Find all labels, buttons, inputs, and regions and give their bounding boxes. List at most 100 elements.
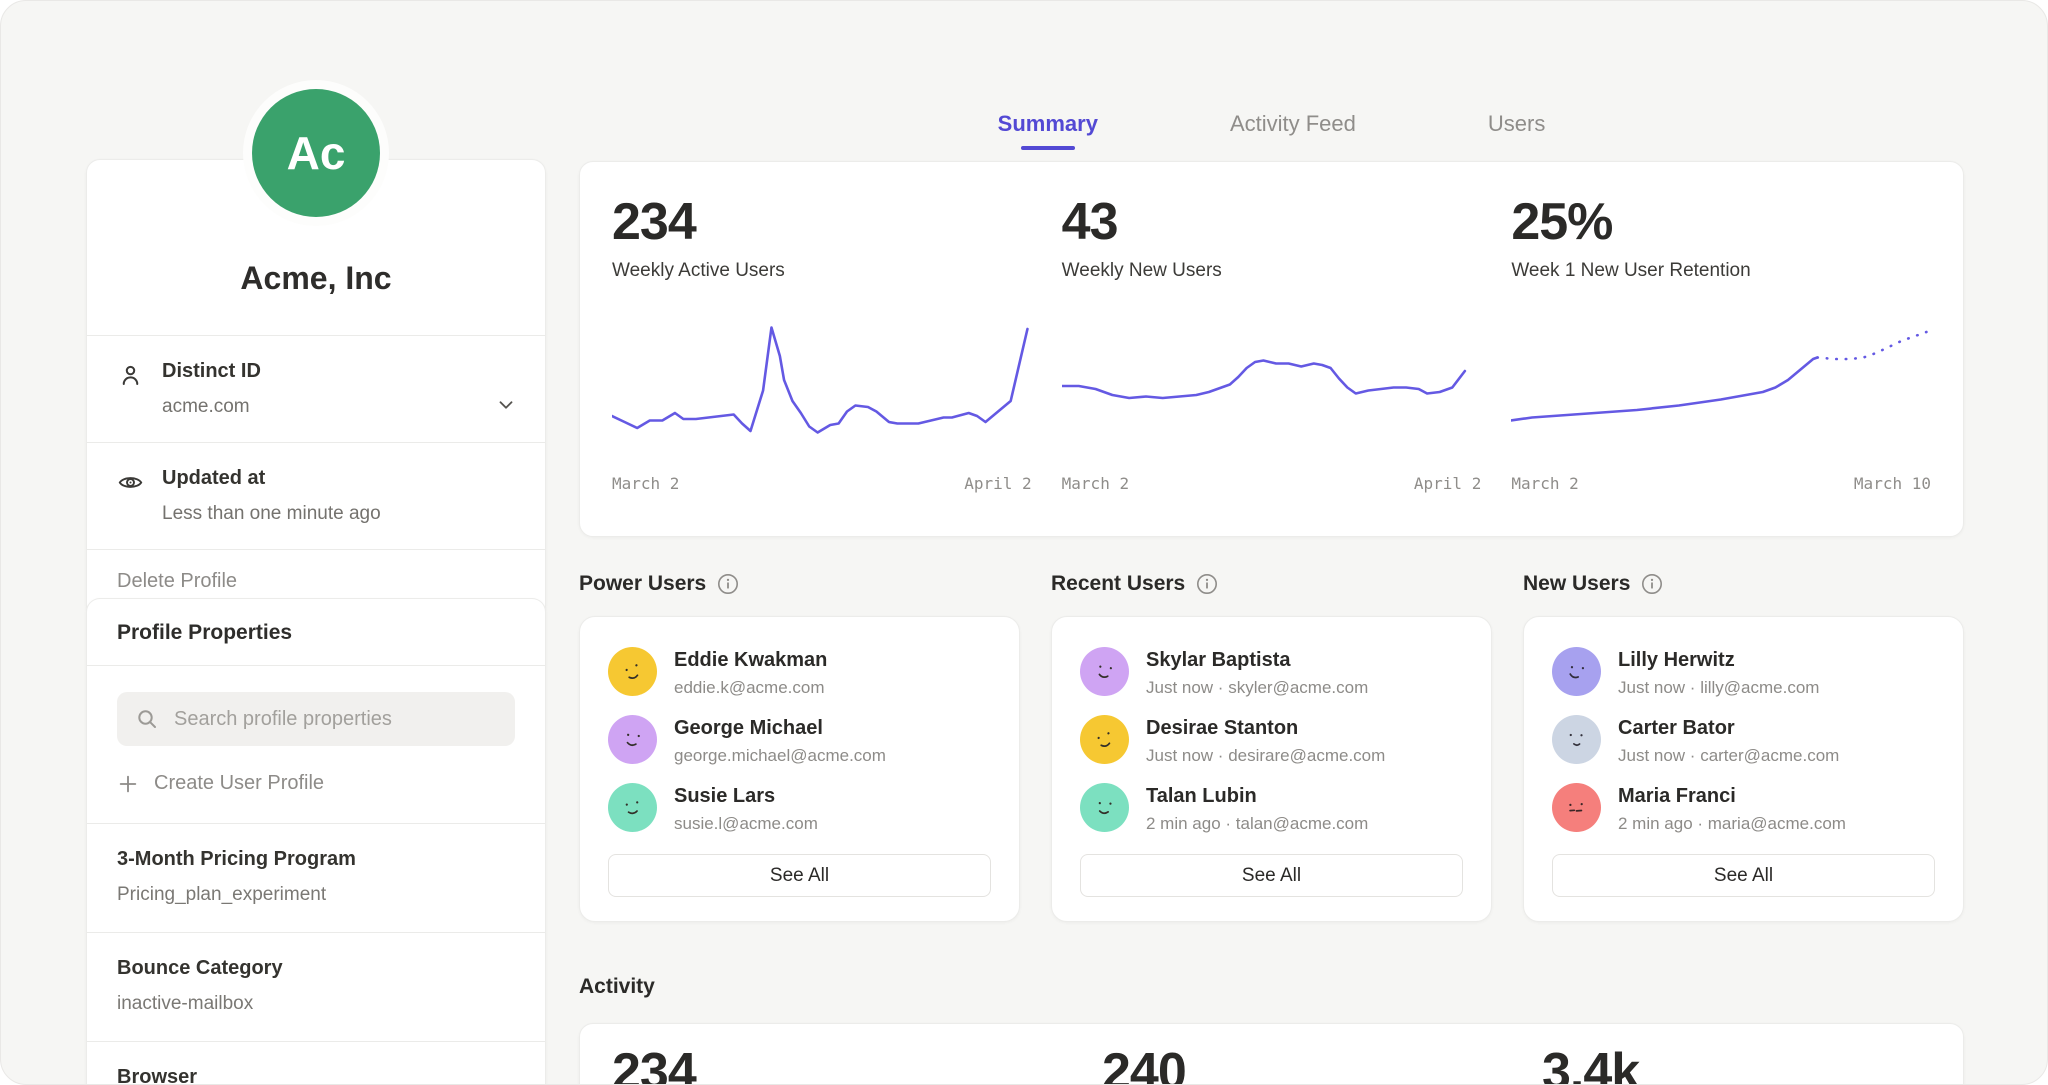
activity-stat: 234 [612,1042,696,1085]
search-input[interactable] [172,707,497,732]
user-name: Lilly Herwitz [1618,649,1819,672]
face-icon [1560,791,1594,825]
stat-value: 234 [612,196,1032,248]
user-row[interactable]: Maria Franci 2 min ago · maria@acme.com [1552,783,1935,834]
recent-users-section: Recent Users Skylar Baptista [1051,566,1492,922]
x-tick-left: March 2 [1062,474,1129,493]
user-row[interactable]: Talan Lubin 2 min ago · talan@acme.com [1080,783,1463,834]
recent-users-card: Skylar Baptista Just now · skyler@acme.c… [1051,616,1492,922]
user-avatar [1080,647,1129,696]
info-icon[interactable] [717,573,739,595]
user-subtitle: Just now · desirare@acme.com [1146,746,1385,766]
user-subtitle: susie.l@acme.com [674,814,818,834]
user-subtitle: eddie.k@acme.com [674,678,827,698]
user-name: Desirae Stanton [1146,717,1385,740]
info-icon[interactable] [1196,573,1218,595]
user-subtitle: Just now · lilly@acme.com [1618,678,1819,698]
user-avatar [1552,715,1601,764]
user-name: Maria Franci [1618,785,1846,808]
x-tick-right: April 2 [1414,474,1481,493]
profile-card: Acme, Inc Distinct ID acme.com [86,159,546,618]
summary-card: 234 Weekly Active Users March 2 April 2 … [579,161,1964,537]
property-name: Browser [117,1066,515,1085]
face-icon [1088,791,1122,825]
user-lists-row: Power Users Eddie Kwakman ed [579,566,1964,922]
updated-at-row: Updated at Less than one minute ago [87,443,545,549]
user-subtitle: Just now · skyler@acme.com [1146,678,1368,698]
activity-stat: 240 [1102,1042,1186,1085]
user-row[interactable]: Lilly Herwitz Just now · lilly@acme.com [1552,647,1935,698]
user-row[interactable]: George Michael george.michael@acme.com [608,715,991,766]
x-tick-right: April 2 [964,474,1031,493]
tab-users[interactable]: Users [1488,111,1545,150]
user-avatar [1080,715,1129,764]
create-user-profile-button[interactable]: Create User Profile [117,772,324,795]
see-all-button[interactable]: See All [608,854,991,897]
field-value: acme.com [162,396,261,418]
stat-weekly-active-users: 234 Weekly Active Users March 2 April 2 [612,196,1032,512]
tab-summary[interactable]: Summary [998,111,1098,150]
chevron-down-icon[interactable] [495,394,517,416]
user-name: George Michael [674,717,886,740]
user-avatar [608,647,657,696]
user-name: Eddie Kwakman [674,649,827,672]
user-subtitle: 2 min ago · talan@acme.com [1146,814,1368,834]
stat-weekly-new-users: 43 Weekly New Users March 2 April 2 [1062,196,1482,512]
user-avatar [608,715,657,764]
divider [87,665,545,666]
tab-activity-feed[interactable]: Activity Feed [1230,111,1356,150]
activity-stat: 3.4k [1542,1042,1639,1085]
company-avatar-initials: Ac [287,126,346,180]
face-icon [1560,723,1594,757]
field-label: Distinct ID [162,360,261,383]
user-subtitle: 2 min ago · maria@acme.com [1618,814,1846,834]
profile-sidebar: Ac Acme, Inc Distinct ID acme.com [86,1,546,1084]
power-users-section: Power Users Eddie Kwakman ed [579,566,1020,922]
profile-properties-card: Profile Properties Create User Profile 3… [86,598,546,1085]
weekly-active-users-chart [612,308,1032,458]
new-users-card: Lilly Herwitz Just now · lilly@acme.com … [1523,616,1964,922]
user-subtitle: Just now · carter@acme.com [1618,746,1839,766]
distinct-id-row[interactable]: Distinct ID acme.com [87,336,545,442]
user-row[interactable]: Susie Lars susie.l@acme.com [608,783,991,834]
property-row[interactable]: 3-Month Pricing Program Pricing_plan_exp… [87,824,545,932]
tab-bar: Summary Activity Feed Users [579,111,1964,150]
user-avatar [1080,783,1129,832]
user-row[interactable]: Skylar Baptista Just now · skyler@acme.c… [1080,647,1463,698]
eye-icon [117,469,144,496]
activity-title: Activity [579,975,655,999]
list-title: Recent Users [1051,572,1185,596]
see-all-button[interactable]: See All [1552,854,1935,897]
x-tick-right: March 10 [1854,474,1931,493]
user-name: Susie Lars [674,785,818,808]
profile-properties-search[interactable] [117,692,515,746]
property-value: Pricing_plan_experiment [117,884,515,906]
user-subtitle: george.michael@acme.com [674,746,886,766]
person-icon [117,362,144,389]
property-row[interactable]: Browser Chrome [87,1042,545,1085]
property-name: Bounce Category [117,957,515,980]
face-icon [616,791,650,825]
property-row[interactable]: Bounce Category inactive-mailbox [87,933,545,1041]
property-value: inactive-mailbox [117,993,515,1015]
face-icon [1088,723,1122,757]
user-name: Skylar Baptista [1146,649,1368,672]
face-icon [616,655,650,689]
info-icon[interactable] [1641,573,1663,595]
user-avatar [608,783,657,832]
activity-card: 234 240 3.4k [579,1023,1964,1085]
user-row[interactable]: Eddie Kwakman eddie.k@acme.com [608,647,991,698]
stat-label: Weekly Active Users [612,260,1032,282]
stat-week1-retention: 25% Week 1 New User Retention March 2 Ma… [1511,196,1931,512]
weekly-new-users-chart [1062,308,1482,458]
main-content: Summary Activity Feed Users 234 Weekly A… [579,1,1964,1084]
user-avatar [1552,647,1601,696]
field-label: Updated at [162,467,381,490]
face-icon [1560,655,1594,689]
see-all-button[interactable]: See All [1080,854,1463,897]
user-row[interactable]: Desirae Stanton Just now · desirare@acme… [1080,715,1463,766]
stat-value: 43 [1062,196,1482,248]
stat-value: 25% [1511,196,1931,248]
user-row[interactable]: Carter Bator Just now · carter@acme.com [1552,715,1935,766]
user-name: Talan Lubin [1146,785,1368,808]
